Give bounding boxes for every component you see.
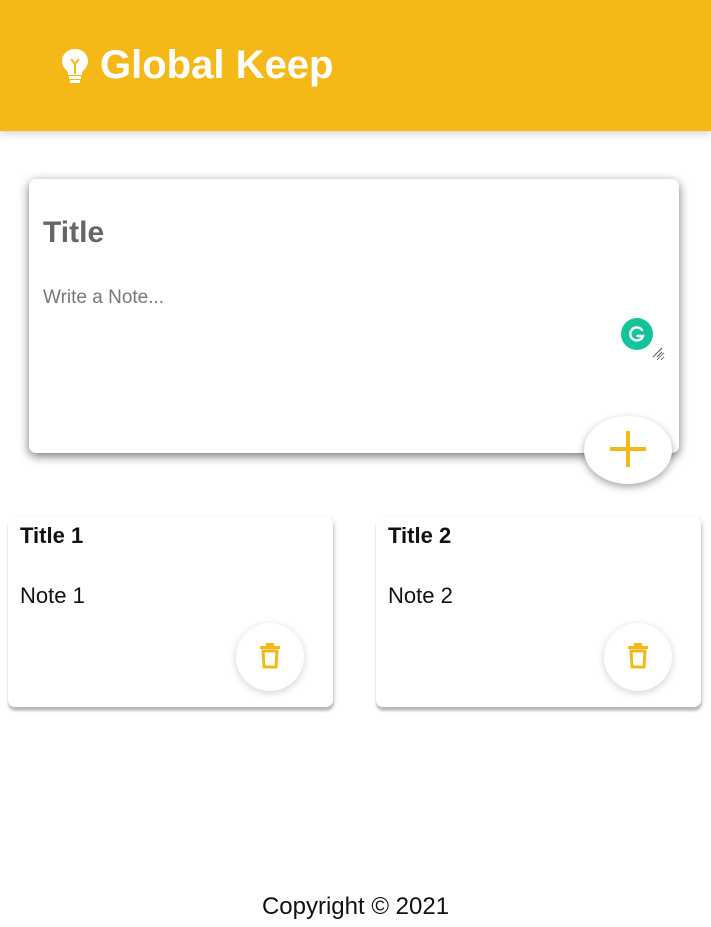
note-content: Note 2 <box>388 583 453 608</box>
title-input[interactable] <box>43 213 643 253</box>
textarea-resize-handle[interactable] <box>651 345 663 358</box>
delete-note-button[interactable] <box>604 623 672 691</box>
app-title: Global Keep <box>100 43 334 87</box>
add-note-button[interactable] <box>584 416 672 484</box>
note-textarea[interactable] <box>43 287 665 361</box>
delete-note-button[interactable] <box>236 623 304 691</box>
trash-icon <box>627 642 649 672</box>
grammarly-icon[interactable] <box>621 318 653 350</box>
note-title: Title 2 <box>388 523 452 548</box>
lightbulb-icon <box>60 46 92 86</box>
note-title: Title 1 <box>20 523 84 548</box>
app-header: Global Keep <box>0 0 711 131</box>
note-content: Note 1 <box>20 583 85 608</box>
trash-icon <box>259 642 281 672</box>
plus-icon <box>608 429 648 472</box>
copyright-footer: Copyright © 2021 <box>261 893 450 920</box>
create-note-form <box>29 179 679 453</box>
